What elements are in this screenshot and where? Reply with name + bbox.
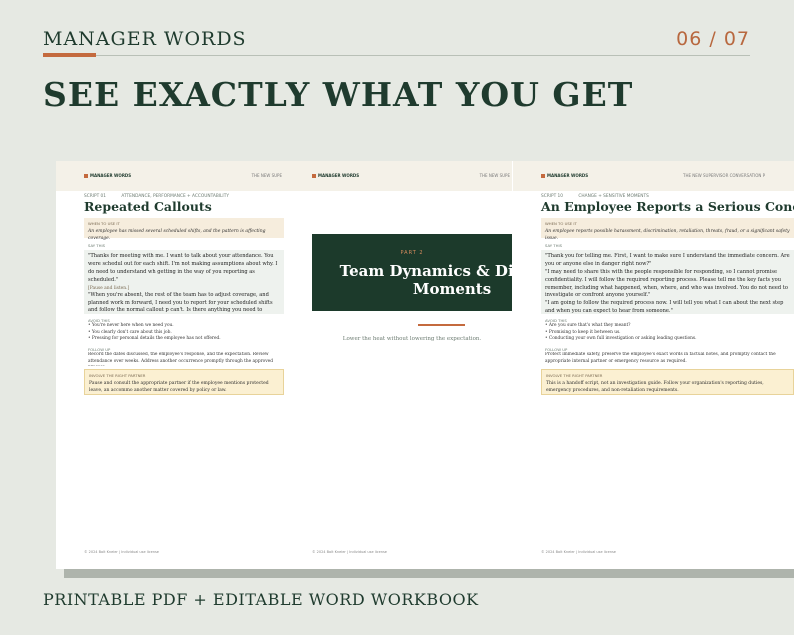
pause-note: [Pause and listen.]: [88, 285, 130, 291]
part-title: Team Dynamics & Difficult Moments: [339, 262, 512, 298]
when-text: An employee reports possible harassment,…: [545, 229, 790, 242]
involve-label: INVOLVE THE RIGHT PARTNER: [89, 373, 146, 378]
avoid-list: • You're never here when we need you. • …: [88, 323, 284, 343]
when-label: WHEN TO USE IT: [545, 221, 577, 226]
doc-footer: © 2024 Bolt Kneier | Individual use lice…: [84, 550, 159, 554]
avoid-item: • Promising to keep it between us.: [545, 329, 621, 335]
part-subtitle: Lower the heat without lowering the expe…: [342, 336, 482, 342]
involve-partner-box: INVOLVE THE RIGHT PARTNER This is a hand…: [541, 369, 794, 395]
doc-header-series: THE NEW SUPE: [479, 173, 510, 178]
doc-header: MANAGER WORDS THE NEW SUPERVISOR CONVERS…: [513, 161, 794, 191]
say-this-box: "Thanks for meeting with me. I want to t…: [84, 250, 284, 314]
avoid-item: • Are you sure that's what they meant?: [545, 323, 631, 328]
when-to-use-box: WHEN TO USE IT An employee reports possi…: [541, 218, 794, 242]
script-title: An Employee Reports a Serious Concern: [541, 199, 794, 214]
brand-mark-icon: [84, 174, 88, 178]
avoid-list: • Are you sure that's what they meant? •…: [545, 323, 794, 343]
document-preview: MANAGER WORDS THE NEW SUPE SCRIPT 01 ATT…: [56, 161, 794, 569]
doc-header: MANAGER WORDS THE NEW SUPE: [284, 161, 512, 191]
when-to-use-box: WHEN TO USE IT An employee has missed se…: [84, 218, 284, 242]
headline: SEE EXACTLY WHAT YOU GET: [43, 75, 634, 114]
brand-mark-icon: [312, 174, 316, 178]
say-quote-1: "Thank you for telling me. First, I want…: [545, 253, 790, 267]
header-accent-rule: [43, 53, 96, 57]
involve-label: INVOLVE THE RIGHT PARTNER: [546, 373, 603, 378]
doc-header-brand: MANAGER WORDS: [318, 173, 360, 178]
brand-mark-icon: [541, 174, 545, 178]
document-page-part-2: MANAGER WORDS THE NEW SUPE PART 2 Team D…: [284, 161, 512, 569]
document-page-script-10: MANAGER WORDS THE NEW SUPERVISOR CONVERS…: [513, 161, 794, 569]
say-label: SAY THIS: [545, 243, 563, 248]
involve-partner-box: INVOLVE THE RIGHT PARTNER Pause and cons…: [84, 369, 284, 395]
avoid-item: • Pressing for personal details the empl…: [88, 336, 221, 342]
say-label: SAY THIS: [88, 243, 106, 248]
preview-shadow: [64, 569, 794, 578]
doc-footer: © 2024 Bolt Kneier | Individual use lice…: [541, 550, 616, 554]
doc-header-brand: MANAGER WORDS: [90, 173, 132, 178]
doc-header-series: THE NEW SUPERVISOR CONVERSATION P: [683, 173, 766, 178]
say-this-box: "Thank you for telling me. First, I want…: [541, 250, 794, 314]
part-accent-rule: [418, 324, 465, 326]
involve-text: This is a handoff script, not an investi…: [546, 381, 764, 394]
when-text: An employee has missed several scheduled…: [88, 229, 266, 242]
doc-header: MANAGER WORDS THE NEW SUPE: [56, 161, 284, 191]
page-counter: 06 / 07: [676, 28, 750, 50]
say-quote-2: "I may need to share this with the peopl…: [545, 268, 788, 299]
script-title: Repeated Callouts: [84, 199, 212, 214]
say-quote-1: "Thanks for meeting with me. I want to t…: [88, 253, 278, 283]
brand-title: MANAGER WORDS: [43, 28, 247, 50]
avoid-item: • You're never here when we need you.: [88, 323, 174, 328]
format-tagline: PRINTABLE PDF + EDITABLE WORD WORKBOOK: [43, 590, 479, 609]
avoid-item: • Conducting your own full investigation…: [545, 336, 697, 342]
follow-text: Record the dates discussed, the employee…: [88, 352, 273, 366]
doc-header-brand: MANAGER WORDS: [547, 173, 589, 178]
document-page-script-01: MANAGER WORDS THE NEW SUPE SCRIPT 01 ATT…: [56, 161, 284, 569]
doc-header-series: THE NEW SUPE: [251, 173, 282, 178]
part-divider-panel: PART 2 Team Dynamics & Difficult Moments: [312, 234, 512, 311]
header-rule: [43, 55, 750, 56]
follow-text: Protect immediate safety, preserve the e…: [545, 352, 776, 364]
doc-footer: © 2024 Bolt Kneier | Individual use lice…: [312, 550, 387, 554]
say-quote-3: "I am going to follow the required proce…: [545, 300, 784, 314]
avoid-item: • You clearly don't care about this job.: [88, 329, 172, 335]
when-label: WHEN TO USE IT: [88, 221, 120, 226]
say-quote-2: "When you're absent, the rest of the tea…: [88, 291, 273, 314]
part-label: PART 2: [400, 250, 424, 256]
involve-text: Pause and consult the appropriate partne…: [89, 381, 269, 394]
